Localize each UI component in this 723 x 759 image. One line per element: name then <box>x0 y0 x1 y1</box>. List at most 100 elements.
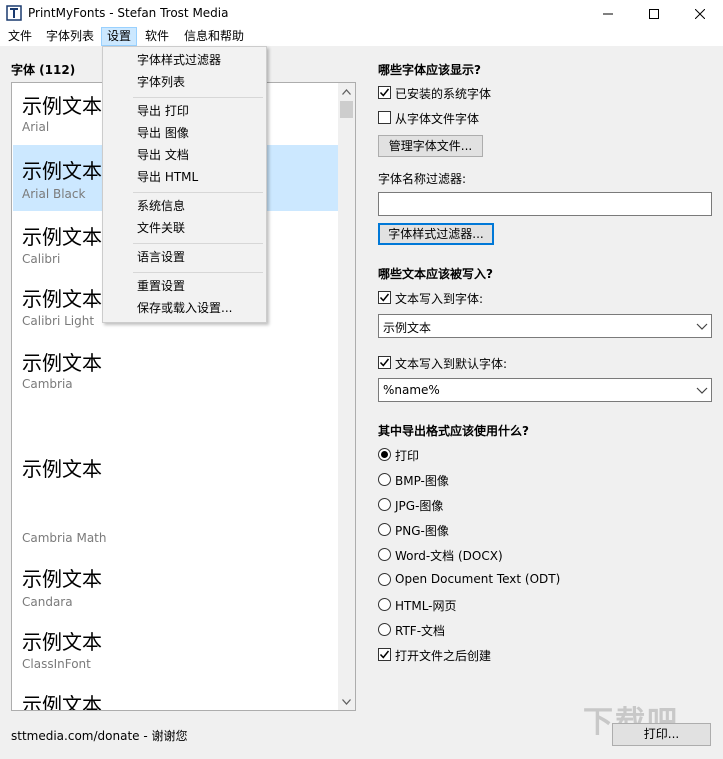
font-list-scrollbar[interactable] <box>338 83 355 710</box>
checkmark-icon <box>379 293 390 302</box>
app-icon <box>6 5 22 21</box>
scroll-down-button[interactable] <box>338 693 355 710</box>
format-label[interactable]: 打印 <box>395 447 419 464</box>
format-label[interactable]: Word-文档 (DOCX) <box>395 547 503 564</box>
menu-font-list[interactable]: 字体列表 <box>41 27 99 46</box>
font-name: Cambria Math <box>22 531 107 545</box>
font-entry[interactable]: 示例文本 Cambria <box>13 337 338 397</box>
write-to-font-checkbox[interactable] <box>378 291 391 304</box>
menu-item-export-image[interactable]: 导出 图像 <box>104 122 265 144</box>
font-count-label: 字体 (112) <box>11 63 76 77</box>
installed-fonts-label[interactable]: 已安装的系统字体 <box>395 85 491 102</box>
name-filter-label: 字体名称过滤器: <box>378 172 467 186</box>
print-button[interactable]: 打印... <box>612 723 711 746</box>
open-after-checkbox[interactable] <box>378 648 391 661</box>
format-radio-rtf[interactable] <box>378 623 391 636</box>
font-sample: 示例文本 <box>22 351 102 375</box>
font-name: Candara <box>22 595 73 609</box>
checkmark-icon <box>379 88 390 97</box>
format-label[interactable]: JPG-图像 <box>395 497 443 514</box>
format-radio-png[interactable] <box>378 523 391 536</box>
scroll-up-button[interactable] <box>338 83 355 100</box>
font-name: Calibri Light <box>22 314 95 328</box>
which-text-heading: 哪些文本应该被写入? <box>378 267 493 281</box>
installed-fonts-checkbox[interactable] <box>378 86 391 99</box>
menu-software[interactable]: 软件 <box>140 27 174 46</box>
chevron-up-icon <box>342 88 351 95</box>
menu-file[interactable]: 文件 <box>3 27 37 46</box>
menu-item-save-load-settings[interactable]: 保存或载入设置... <box>104 297 265 319</box>
scroll-thumb[interactable] <box>340 101 353 118</box>
menu-item-font-style-filter[interactable]: 字体样式过滤器 <box>104 49 265 71</box>
format-label[interactable]: RTF-文档 <box>395 622 445 639</box>
radio-selected-dot <box>381 451 388 458</box>
name-filter-input[interactable] <box>378 192 712 216</box>
minimize-icon <box>603 13 613 14</box>
font-entry[interactable]: 示例文本 Candara <box>13 557 338 621</box>
open-after-label[interactable]: 打开文件之后创建 <box>395 647 491 664</box>
font-entry[interactable]: 示例文本 Cambria Math <box>13 397 338 557</box>
menu-item-file-association[interactable]: 文件关联 <box>104 217 265 239</box>
font-name: ClassInFont <box>22 657 91 671</box>
chevron-down-icon <box>696 323 708 330</box>
menu-item-export-html[interactable]: 导出 HTML <box>104 166 265 188</box>
menu-separator <box>133 272 263 273</box>
maximize-button[interactable] <box>631 0 677 27</box>
font-entry[interactable]: 示例文本 <box>13 683 338 711</box>
menu-item-font-list[interactable]: 字体列表 <box>104 71 265 93</box>
format-radio-odt[interactable] <box>378 573 391 586</box>
menu-item-system-info[interactable]: 系统信息 <box>104 195 265 217</box>
menu-item-export-document[interactable]: 导出 文档 <box>104 144 265 166</box>
format-radio-jpg[interactable] <box>378 498 391 511</box>
font-sample: 示例文本 <box>22 630 102 654</box>
close-button[interactable] <box>677 0 723 27</box>
default-text-value: %name% <box>383 383 440 397</box>
font-style-filter-button[interactable]: 字体样式过滤器... <box>378 223 494 245</box>
font-name: Arial <box>22 120 50 134</box>
font-name: Calibri <box>22 252 61 266</box>
menu-separator <box>133 97 263 98</box>
which-fonts-heading: 哪些字体应该显示? <box>378 63 481 77</box>
font-files-label[interactable]: 从字体文件字体 <box>395 110 479 127</box>
checkmark-icon <box>379 650 390 659</box>
format-radio-print[interactable] <box>378 448 391 461</box>
format-label[interactable]: Open Document Text (ODT) <box>395 572 560 586</box>
default-text-combo[interactable]: %name% <box>378 378 712 402</box>
maximize-icon <box>649 8 659 19</box>
font-name: Cambria <box>22 377 73 391</box>
window-title: PrintMyFonts - Stefan Trost Media <box>28 6 229 20</box>
manage-font-files-button[interactable]: 管理字体文件... <box>378 135 483 157</box>
font-sample: 示例文本 <box>22 693 102 711</box>
title-bar: PrintMyFonts - Stefan Trost Media <box>0 0 723 27</box>
menu-item-reset-settings[interactable]: 重置设置 <box>104 275 265 297</box>
menu-settings[interactable]: 设置 <box>101 27 138 46</box>
font-files-checkbox[interactable] <box>378 111 391 124</box>
format-label[interactable]: PNG-图像 <box>395 522 449 539</box>
font-sample: 示例文本 <box>22 457 102 481</box>
write-default-label[interactable]: 文本写入到默认字体: <box>395 355 507 372</box>
format-radio-bmp[interactable] <box>378 473 391 486</box>
write-to-font-label[interactable]: 文本写入到字体: <box>395 290 483 307</box>
write-default-checkbox[interactable] <box>378 356 391 369</box>
checkmark-icon <box>379 358 390 367</box>
format-label[interactable]: HTML-网页 <box>395 597 457 614</box>
font-sample: 示例文本 <box>22 225 102 249</box>
sample-text-combo[interactable]: 示例文本 <box>378 314 712 338</box>
menu-info-help[interactable]: 信息和帮助 <box>179 27 249 46</box>
menu-item-export-print[interactable]: 导出 打印 <box>104 100 265 122</box>
sample-text-value: 示例文本 <box>383 321 432 335</box>
menu-item-language[interactable]: 语言设置 <box>104 246 265 268</box>
settings-dropdown-menu: 字体样式过滤器 字体列表 导出 打印 导出 图像 导出 文档 导出 HTML 系… <box>102 46 267 323</box>
minimize-button[interactable] <box>585 0 631 27</box>
format-label[interactable]: BMP-图像 <box>395 472 449 489</box>
font-entry[interactable]: 示例文本 ClassInFont <box>13 621 338 683</box>
font-name: Arial Black <box>22 187 86 201</box>
font-sample: 示例文本 <box>22 287 102 311</box>
font-sample: 示例文本 <box>22 159 102 183</box>
format-heading: 其中导出格式应该使用什么? <box>378 424 529 438</box>
close-icon <box>695 8 705 19</box>
menu-bar: 文件 字体列表 设置 软件 信息和帮助 <box>0 27 723 46</box>
donate-link[interactable]: sttmedia.com/donate - 谢谢您 <box>11 727 188 744</box>
format-radio-html[interactable] <box>378 598 391 611</box>
format-radio-docx[interactable] <box>378 548 391 561</box>
